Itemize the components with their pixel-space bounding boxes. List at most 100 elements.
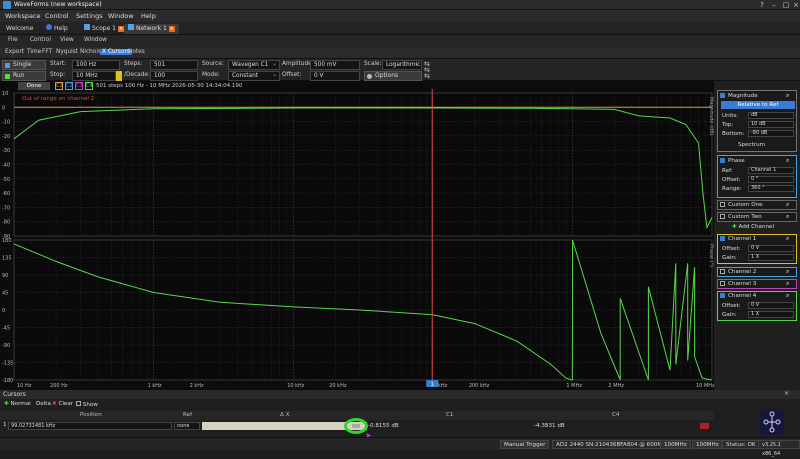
tab-welcome[interactable]: Welcome [2, 24, 37, 34]
sweep-parameters: Single Run Start: 100 Hz Stop: 10 MHz St… [0, 59, 800, 81]
phase-offset-label: Offset: [722, 177, 741, 183]
channel-2-checkbox[interactable] [720, 269, 725, 274]
cursor-ref-select[interactable]: none [174, 422, 200, 430]
delta-button[interactable]: Delta [36, 401, 51, 407]
ch4-gain-input[interactable]: 1 X [748, 311, 794, 318]
y-tick-label: 45 [2, 291, 8, 297]
menu-window-2[interactable]: Window [84, 37, 107, 43]
close-icon[interactable]: × [790, 0, 800, 10]
tab-scope[interactable]: Scope 1 × [80, 24, 128, 34]
bottom-input[interactable]: -80 dB [748, 130, 794, 137]
stop-input[interactable]: 10 MHz [72, 71, 116, 81]
menu-window[interactable]: Window [108, 12, 134, 20]
search-icon[interactable]: ⌕ [786, 235, 789, 243]
device-logo-icon [763, 411, 781, 433]
minimize-icon[interactable]: – [768, 0, 780, 10]
help-icon [46, 24, 52, 30]
manual-trigger-button[interactable]: Manual Trigger [500, 440, 550, 449]
units-select[interactable]: dB [748, 112, 794, 119]
decade-input[interactable]: 100 [150, 71, 198, 81]
run-label: Run [13, 72, 25, 79]
source-select[interactable]: Wavegen C1 [228, 60, 280, 70]
custom-two-checkbox[interactable] [720, 214, 725, 219]
steps-input[interactable]: 501 [150, 60, 198, 70]
normal-button[interactable]: ✚ Normal [4, 401, 31, 407]
tab-help[interactable]: Help [42, 24, 72, 34]
menu-settings[interactable]: Settings [76, 12, 103, 20]
search-icon[interactable]: ⌕ [786, 268, 789, 276]
top-input[interactable]: 10 dB [748, 121, 794, 128]
menu-help[interactable]: Help [141, 12, 156, 20]
units-label: Units: [722, 113, 739, 119]
show-button[interactable]: Show [76, 401, 98, 408]
ch4-offset-input[interactable]: 0 V [748, 302, 794, 309]
resize-handle-icon[interactable] [352, 424, 360, 428]
close-icon[interactable]: × [784, 390, 789, 397]
cursor-position-input[interactable]: 99.02731481 kHz [8, 422, 172, 430]
channel-3-checkbox[interactable] [720, 281, 725, 286]
plus-icon: ✚ [732, 224, 737, 230]
device-info[interactable]: AD2 2440 SN:210436BFA804 @ 600MHz [552, 440, 674, 449]
delete-cursor-icon[interactable] [700, 423, 709, 429]
reference-icon[interactable]: ⇆ ⇆ ⇆ [424, 61, 442, 80]
notes-button[interactable]: Notes [128, 49, 145, 55]
rate-2[interactable]: 100MHz [692, 440, 723, 449]
menu-view[interactable]: View [60, 37, 74, 43]
menu-workspace[interactable]: Workspace [5, 12, 41, 20]
bode-plot[interactable]: 100-10-20-30-40-50-60-70-80-90Magnitude … [0, 81, 715, 390]
c1-value: -0.8155 dB [368, 423, 399, 429]
scale-select[interactable]: Logarithmic [382, 60, 422, 70]
add-channel-button[interactable]: ✚ Add Channel [732, 224, 774, 230]
channel-c3-badge[interactable]: C3 [75, 82, 83, 90]
rate-1[interactable]: 100MHz [660, 440, 691, 449]
run-button[interactable]: Run [2, 71, 46, 81]
relative-to-ref-button[interactable]: Relative to Ref [721, 101, 795, 109]
start-input[interactable]: 100 Hz [72, 60, 120, 70]
magnitude-checkbox[interactable] [720, 93, 725, 98]
tab-close-icon[interactable]: × [168, 26, 175, 32]
tab-bar: Welcome Help Scope 1 × Network 1 × [0, 22, 800, 35]
export-button[interactable]: Export [5, 49, 24, 55]
y-tick-label: -180 [2, 378, 13, 384]
search-icon[interactable]: ⌕ [786, 292, 789, 300]
delta-x-field[interactable] [202, 422, 367, 430]
channel-c4-badge[interactable]: C4 [85, 82, 93, 90]
x-tick-label: 20 kHz [329, 383, 347, 389]
ref-select[interactable]: Channel 1 [748, 167, 794, 174]
ch4-gain-label: Gain: [722, 312, 737, 318]
offset-input[interactable]: 0 V [310, 71, 360, 81]
phase-checkbox[interactable] [720, 158, 725, 163]
source-label: Source: [202, 61, 224, 67]
nyquist-button[interactable]: Nyquist [56, 49, 78, 55]
channel-c2-badge[interactable]: C2 [65, 82, 73, 90]
search-icon[interactable]: ⌕ [786, 280, 789, 288]
time-button[interactable]: Time [27, 49, 41, 55]
search-icon[interactable]: ⌕ [786, 157, 789, 165]
clear-button[interactable]: ✖ Clear [52, 401, 73, 407]
ch1-offset-input[interactable]: 0 V [748, 245, 794, 252]
channel-c1-badge[interactable]: C1 [55, 82, 63, 90]
ch1-gain-input[interactable]: 1 X [748, 254, 794, 261]
scope-icon [84, 24, 90, 30]
menu-control-2[interactable]: Control [30, 37, 51, 43]
custom-one-checkbox[interactable] [720, 202, 725, 207]
tab-network[interactable]: Network 1 × [124, 24, 179, 34]
channel-4-checkbox[interactable] [720, 293, 725, 298]
search-icon[interactable]: ⌕ [786, 213, 789, 221]
y-tick-label: -50 [2, 177, 10, 183]
phase-offset-input[interactable]: 0 ° [748, 176, 794, 183]
amplitude-input[interactable]: 500 mV [310, 60, 360, 70]
options-button[interactable]: Options [364, 71, 422, 81]
single-button[interactable]: Single [2, 60, 46, 70]
fft-button[interactable]: FFT [42, 49, 52, 55]
search-icon[interactable]: ⌕ [786, 201, 789, 209]
menu-file[interactable]: File [8, 37, 18, 43]
channel-1-checkbox[interactable] [720, 236, 725, 241]
menu-control[interactable]: Control [45, 12, 69, 20]
spectrum-label[interactable]: Spectrum [738, 142, 765, 148]
search-icon[interactable]: ⌕ [786, 92, 789, 100]
nichols-button[interactable]: Nichols [80, 49, 101, 55]
help-icon[interactable]: ? [756, 0, 768, 10]
range-input[interactable]: 360 ° [748, 185, 794, 192]
mode-select[interactable]: Constant [228, 71, 280, 81]
